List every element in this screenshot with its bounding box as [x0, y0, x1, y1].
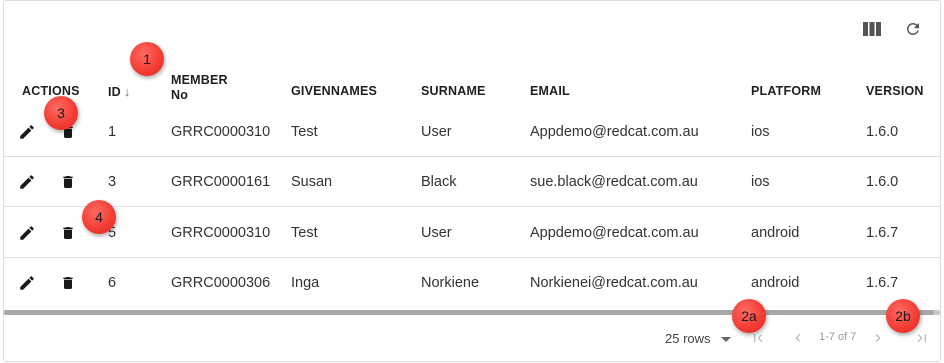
scrollbar-thumb[interactable] [4, 310, 934, 315]
table-row: 5 GRRC0000310 Test User Appdemo@redcat.c… [3, 208, 941, 258]
horizontal-scrollbar[interactable] [4, 310, 940, 315]
cell-email: Norkienei@redcat.com.au [530, 275, 698, 291]
header-platform: PLATFORM [751, 84, 822, 98]
cell-email: Appdemo@redcat.com.au [530, 124, 699, 140]
cell-surname: User [421, 225, 452, 241]
cell-id: 3 [108, 174, 117, 190]
cell-id: 1 [108, 124, 117, 140]
row-divider [3, 206, 941, 207]
cell-givennames: Susan [291, 174, 333, 190]
header-member-line2: No [171, 88, 189, 102]
cell-member-no: GRRC0000310 [171, 124, 271, 140]
refresh-icon[interactable] [902, 18, 924, 40]
cell-platform: ios [751, 124, 770, 140]
rows-per-page-value: 25 rows [665, 330, 711, 346]
table-row: 6 GRRC0000306 Inga Norkiene Norkienei@re… [3, 258, 941, 308]
caret-down-icon [720, 337, 731, 342]
cell-givennames: Inga [291, 275, 320, 291]
trash-icon[interactable] [58, 172, 78, 192]
header-version: VERSION [866, 84, 924, 98]
cell-surname: User [421, 124, 452, 140]
sort-arrow-icon[interactable]: ↓ [124, 84, 131, 99]
annotation-marker-2a: 2a [732, 299, 766, 333]
annotation-marker-2b: 2b [886, 299, 920, 333]
trash-icon[interactable] [58, 273, 78, 293]
cell-surname: Norkiene [421, 275, 480, 291]
cell-platform: ios [751, 174, 770, 190]
previous-page-icon[interactable] [786, 326, 810, 350]
pencil-icon[interactable] [17, 273, 37, 293]
cell-member-no: GRRC0000306 [171, 275, 271, 291]
last-page-icon[interactable] [910, 326, 934, 350]
cell-email: sue.black@redcat.com.au [530, 174, 698, 190]
header-id-label: ID [108, 85, 121, 99]
cell-surname: Black [421, 174, 457, 190]
annotation-marker-3: 3 [44, 96, 78, 130]
annotation-marker-1: 1 [130, 42, 164, 76]
annotation-marker-4: 4 [82, 200, 116, 234]
cell-givennames: Test [291, 124, 318, 140]
rows-per-page-select[interactable]: 25 rows [665, 326, 731, 350]
cell-version: 1.6.7 [866, 225, 899, 241]
cell-id: 6 [108, 275, 117, 291]
header-surname: SURNAME [421, 84, 486, 98]
header-id[interactable]: ID ↓ [108, 84, 131, 99]
pencil-icon[interactable] [17, 172, 37, 192]
cell-member-no: GRRC0000310 [171, 225, 271, 241]
cell-platform: android [751, 275, 800, 291]
table-row: 1 GRRC0000310 Test User Appdemo@redcat.c… [3, 107, 941, 157]
cell-givennames: Test [291, 225, 318, 241]
cell-email: Appdemo@redcat.com.au [530, 225, 699, 241]
cell-version: 1.6.0 [866, 174, 899, 190]
header-member-line1: MEMBER [171, 73, 228, 87]
view-column-icon[interactable] [861, 18, 883, 40]
cell-version: 1.6.7 [866, 275, 899, 291]
pencil-icon[interactable] [17, 223, 37, 243]
cell-version: 1.6.0 [866, 124, 899, 140]
trash-icon[interactable] [58, 223, 78, 243]
header-givennames: GIVENNAMES [291, 84, 378, 98]
next-page-icon[interactable] [866, 326, 890, 350]
header-member-no: MEMBER No [171, 73, 228, 103]
page-info: 1-7 of 7 [819, 331, 857, 343]
table-row: 3 GRRC0000161 Susan Black sue.black@redc… [3, 157, 941, 207]
header-email: EMAIL [530, 84, 570, 98]
header-actions: ACTIONS [22, 84, 80, 98]
cell-platform: android [751, 225, 800, 241]
cell-member-no: GRRC0000161 [171, 174, 271, 190]
pencil-icon[interactable] [17, 122, 37, 142]
